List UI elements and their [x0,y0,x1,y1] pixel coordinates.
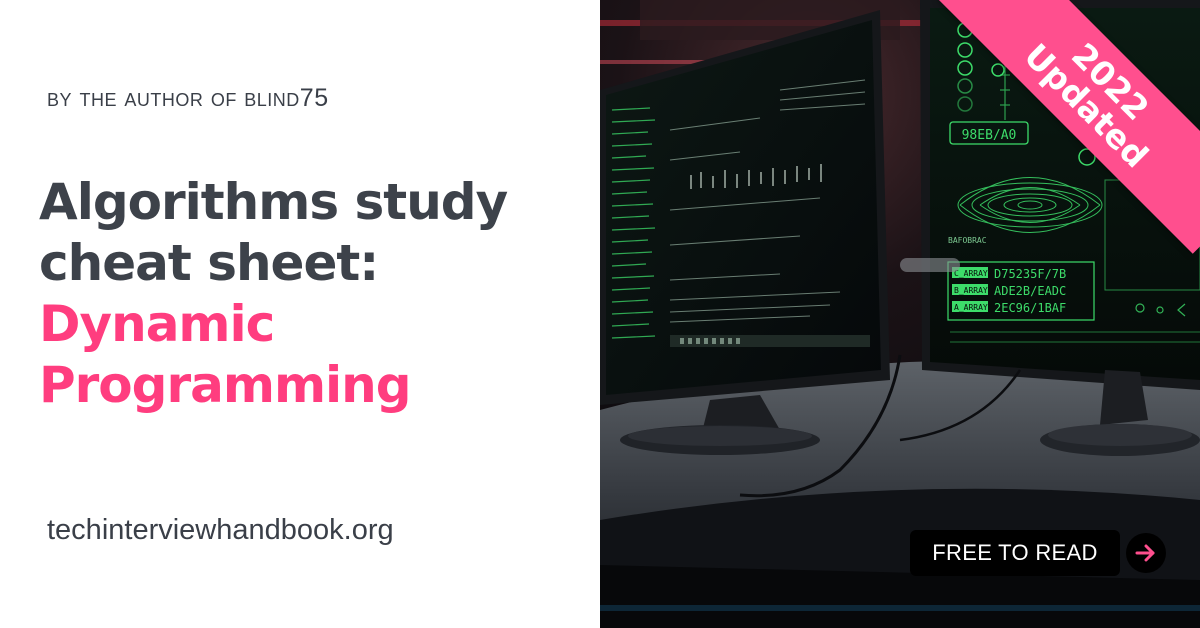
arrow-button[interactable] [1126,533,1166,573]
page-title: Algorithms study cheat sheet: Dynamic Pr… [39,172,579,416]
title-line-1: Algorithms study [39,173,508,231]
free-to-read-button[interactable]: FREE TO READ [910,530,1120,576]
array-name-3: A_ARRAY [954,303,988,312]
promo-card: By the author of Blind75 Algorithms stud… [0,0,1200,628]
screen-code: 98EB/A0 [962,128,1017,143]
array-name-2: B_ARRAY [954,286,988,295]
screen-panel-label: BAFOBRAC [948,236,987,245]
byline: By the author of Blind75 [47,84,329,112]
arrow-right-icon [1135,544,1155,562]
array-name-1: C_ARRAY [954,269,988,278]
array-value-2: ADE2B/EADC [994,284,1066,298]
site-url[interactable]: techinterviewhandbook.org [47,514,394,547]
title-highlight-2: Programming [39,356,412,414]
text-panel: By the author of Blind75 Algorithms stud… [0,0,600,628]
title-highlight-1: Dynamic [39,295,275,353]
title-line-2: cheat sheet: [39,234,379,292]
array-value-3: 2EC96/1BAF [994,301,1066,315]
array-value-1: D75235F/7B [994,267,1066,281]
